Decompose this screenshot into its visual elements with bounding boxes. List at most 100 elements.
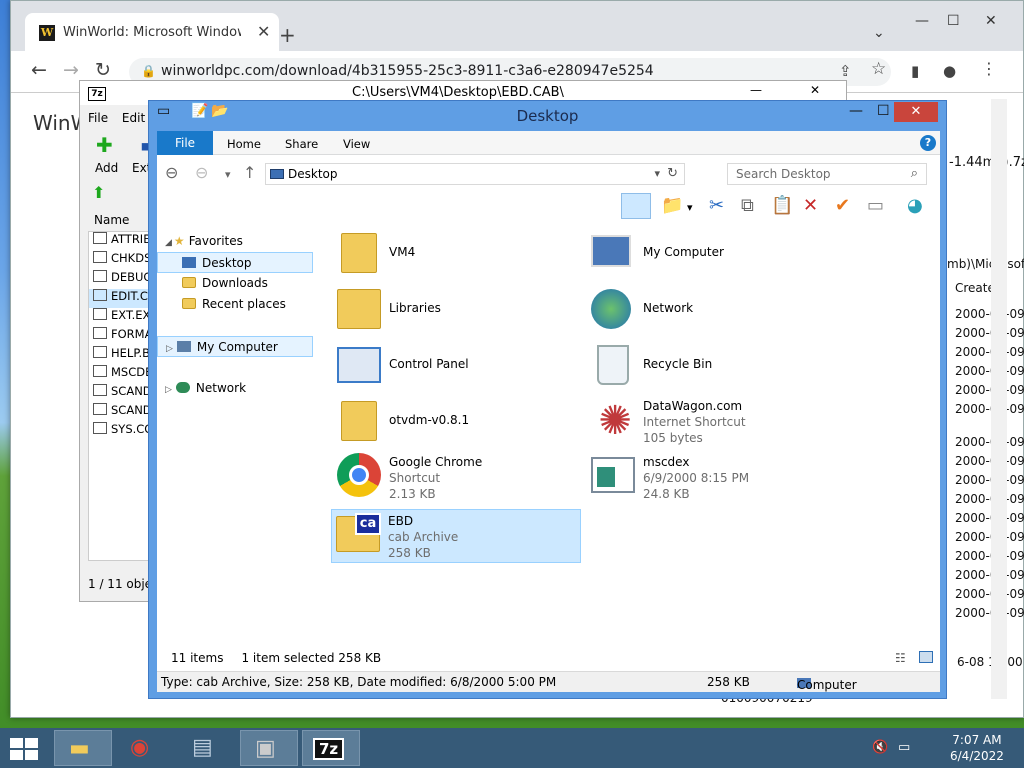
name-column-header[interactable]: Name xyxy=(94,213,129,227)
add-icon[interactable]: ✚ xyxy=(96,133,113,157)
nav-downloads[interactable]: Downloads xyxy=(182,273,268,294)
created-date-cell: 2000-06-09 20 xyxy=(955,492,1024,506)
profile-icon[interactable]: ● xyxy=(943,62,956,80)
winworld-favicon-icon: W xyxy=(39,25,55,41)
nav-network[interactable]: ▷ Network xyxy=(165,378,246,399)
tab-view[interactable]: View xyxy=(343,137,370,151)
browser-tab[interactable]: W WinWorld: Microsoft Windows M ✕ xyxy=(25,13,279,51)
archive-file-row[interactable]: FORMA xyxy=(89,327,153,346)
details-size: 258 KB xyxy=(707,675,750,689)
item-name: Network xyxy=(643,301,694,315)
maximize-icon[interactable]: ☐ xyxy=(947,13,960,29)
copy-icon[interactable]: ⧉ xyxy=(741,195,754,216)
network-tray-icon[interactable]: ▭ xyxy=(898,740,910,755)
back-icon[interactable]: ← xyxy=(31,59,47,81)
item-network[interactable]: Network xyxy=(587,283,837,337)
rename-icon[interactable]: ▭ xyxy=(867,195,884,216)
archive-file-row[interactable]: SCAND xyxy=(89,384,153,403)
item-ebd[interactable]: ca EBD cab Archive 258 KB xyxy=(331,509,581,563)
taskbar-explorer[interactable]: ▬ xyxy=(54,730,112,766)
up-folder-icon[interactable]: ⬆ xyxy=(92,183,105,202)
share-icon[interactable]: ⇪ xyxy=(839,62,852,80)
address-dropdown-icon[interactable]: ▾ xyxy=(654,167,660,180)
side-panel-icon[interactable]: ▮ xyxy=(911,62,919,80)
tab-file[interactable]: File xyxy=(157,131,213,155)
new-tab-icon[interactable]: + xyxy=(279,23,296,47)
paste-icon[interactable]: 📋 xyxy=(771,195,793,216)
details-location-label: Computer xyxy=(797,678,857,692)
page-scrollbar[interactable] xyxy=(991,99,1007,699)
archive-file-row[interactable]: ATTRIB xyxy=(89,232,153,251)
sevenzip-minimize-icon[interactable]: — xyxy=(750,83,762,97)
item-control-panel[interactable]: Control Panel xyxy=(333,339,583,393)
delete-icon[interactable]: ✕ xyxy=(803,195,818,216)
taskbar-control-panel[interactable]: ▤ xyxy=(178,730,236,766)
large-icons-view-icon[interactable] xyxy=(919,651,933,663)
shell-icon[interactable]: ◕ xyxy=(907,195,923,216)
item-google-chrome[interactable]: Google Chrome Shortcut 2.13 KB xyxy=(333,451,583,505)
forward-arrow-icon[interactable]: ⊖ xyxy=(195,163,208,182)
tab-search-icon[interactable]: ⌄ xyxy=(873,25,885,41)
item-datawagon[interactable]: ✺ DataWagon.com Internet Shortcut 105 bytes xyxy=(587,395,837,449)
properties-dropdown-icon[interactable]: ▾ xyxy=(687,201,693,214)
sevenzip-file-list[interactable]: ATTRIB CHKDS DEBUG EDIT.CO EXT.EXI FORMA HELP.… xyxy=(88,231,154,561)
preview-pane-icon[interactable] xyxy=(621,193,651,219)
properties-icon[interactable]: 📁 xyxy=(661,195,683,216)
created-date-cell: 2000-06-09 20 xyxy=(955,326,1024,340)
cut-icon[interactable]: ✂ xyxy=(709,195,724,216)
explorer-close-button[interactable]: ✕ xyxy=(894,102,938,122)
search-icon: ⌕ xyxy=(910,166,918,181)
explorer-minimize-icon[interactable]: — xyxy=(849,103,863,119)
minimize-icon[interactable]: — xyxy=(915,13,929,29)
nav-my-computer[interactable]: ▷ My Computer xyxy=(157,336,313,357)
details-view-icon[interactable]: ☷ xyxy=(895,651,906,665)
taskbar-chrome[interactable]: ◉ xyxy=(116,730,174,766)
recent-dropdown-icon[interactable]: ▾ xyxy=(225,168,231,181)
archive-file-row[interactable]: EXT.EXI xyxy=(89,308,153,327)
taskbar-setup[interactable]: ▣ xyxy=(240,730,298,766)
help-icon[interactable]: ? xyxy=(920,135,936,151)
menu-icon[interactable]: ⋮ xyxy=(981,59,997,78)
bookmark-star-icon[interactable]: ☆ xyxy=(871,59,886,79)
sevenzip-logo-icon: 7z xyxy=(88,87,106,101)
tab-home[interactable]: Home xyxy=(227,137,261,151)
item-otvdm[interactable]: otvdm-v0.8.1 xyxy=(333,395,583,449)
add-label[interactable]: Add xyxy=(95,161,118,175)
clock[interactable]: 7:07 AM 6/4/2022 xyxy=(950,732,1004,764)
forward-icon[interactable]: → xyxy=(63,59,79,81)
nav-recent-places[interactable]: Recent places xyxy=(182,294,286,315)
up-arrow-icon[interactable]: ↑ xyxy=(243,163,256,182)
item-my-computer[interactable]: My Computer xyxy=(587,227,837,281)
address-box[interactable]: Desktop ▾ ↻ xyxy=(265,163,685,185)
refresh-icon[interactable]: ↻ xyxy=(667,166,678,181)
nav-favorites[interactable]: ◢ ★ Favorites xyxy=(165,231,243,252)
archive-file-row[interactable]: MSCDE xyxy=(89,365,153,384)
close-tab-icon[interactable]: ✕ xyxy=(257,22,270,41)
item-recycle-bin[interactable]: Recycle Bin xyxy=(587,339,837,393)
search-box[interactable]: Search Desktop ⌕ xyxy=(727,163,927,185)
archive-file-row[interactable]: CHKDS xyxy=(89,251,153,270)
item-libraries[interactable]: Libraries xyxy=(333,283,583,337)
item-mscdex[interactable]: mscdex 6/9/2000 8:15 PM 24.8 KB xyxy=(587,451,837,505)
close-window-icon[interactable]: ✕ xyxy=(985,13,997,29)
taskbar-7zip[interactable]: 7z xyxy=(302,730,360,766)
volume-muted-icon[interactable]: 🔇 xyxy=(872,740,888,755)
nav-network-label: Network xyxy=(195,381,247,395)
reload-icon[interactable]: ↻ xyxy=(95,59,111,81)
sevenzip-close-icon[interactable]: ✕ xyxy=(810,83,820,97)
checkmark-icon[interactable]: ✔ xyxy=(835,195,850,216)
back-arrow-icon[interactable]: ⊖ xyxy=(165,163,178,182)
tab-share[interactable]: Share xyxy=(285,137,318,151)
menu-edit[interactable]: Edit xyxy=(122,111,145,125)
nav-desktop[interactable]: Desktop xyxy=(157,252,313,273)
archive-file-row[interactable]: EDIT.CO xyxy=(89,289,153,308)
archive-file-row[interactable]: HELP.B xyxy=(89,346,153,365)
archive-file-row[interactable]: SCAND xyxy=(89,403,153,422)
explorer-maximize-icon[interactable]: ☐ xyxy=(877,103,890,119)
start-button[interactable] xyxy=(10,738,38,760)
archive-file-row[interactable]: DEBUG xyxy=(89,270,153,289)
archive-file-row[interactable]: SYS.CO xyxy=(89,422,153,441)
menu-file[interactable]: File xyxy=(88,111,108,125)
item-vm4[interactable]: VM4 xyxy=(333,227,583,281)
created-date-cell: 2000-06-09 20 xyxy=(955,435,1024,449)
